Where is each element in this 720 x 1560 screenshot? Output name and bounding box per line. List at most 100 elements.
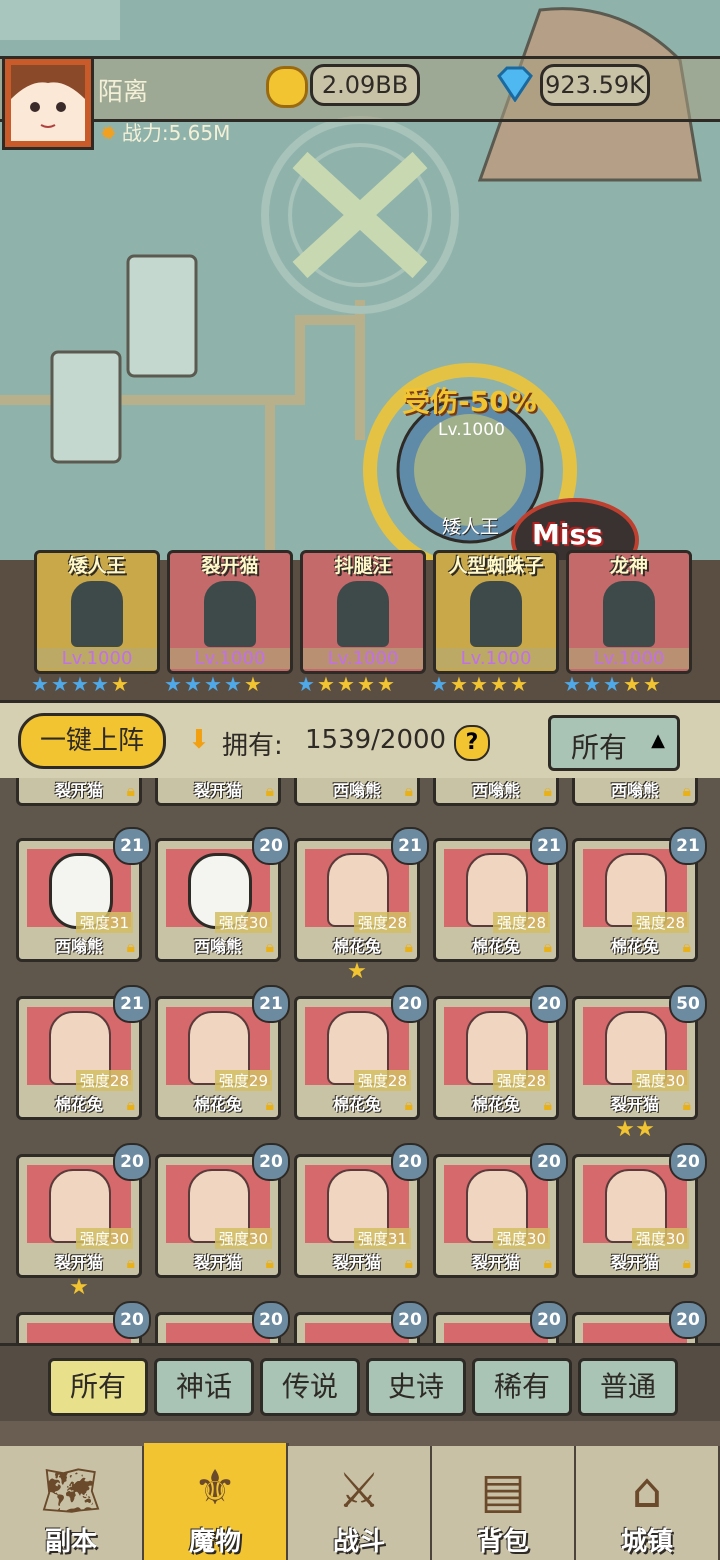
monster-card[interactable]: 强度30 裂开猫 🔒︎ 50 (572, 985, 707, 1120)
monster-card[interactable]: 强度30 西嗡熊 🔒︎ 20 (155, 827, 290, 962)
avatar[interactable] (2, 56, 94, 150)
filter-tab[interactable]: 神话 (154, 1358, 254, 1416)
monster-power: 强度30 (214, 912, 272, 933)
one-click-deploy-button[interactable]: 一键上阵 (18, 713, 166, 769)
monster-card[interactable]: 强度30 裂开猫 🔒︎ 20 (433, 1143, 568, 1278)
team-slot-card[interactable]: 龙神 Lv.1000 (566, 550, 692, 674)
filter-tab[interactable]: 传说 (260, 1358, 360, 1416)
star-icon: ★ (490, 672, 508, 696)
monster-card[interactable]: 强度31 裂开猫 🔒︎ 20 (294, 1143, 429, 1278)
lock-icon: 🔒︎ (404, 937, 413, 956)
monster-name: 棉花兔 (332, 1095, 381, 1114)
team-lineup: 矮人王 Lv.1000 ★ ★ ★ ★ ★ 裂开猫 Lv.1000 ★ ★ ★ ★ ★ 抖腿汪 Lv.1000… (0, 550, 720, 700)
monster-power: 强度28 (353, 1070, 411, 1091)
help-icon: ? (465, 730, 479, 755)
monster-card-partial[interactable]: 裂开猫 🔒︎ (155, 778, 281, 806)
monster-name: 裂开猫 (610, 1253, 659, 1272)
monster-name: 西嗡熊 (610, 781, 659, 800)
lock-icon: 🔒︎ (126, 1095, 135, 1114)
monster-card[interactable]: 强度31 西嗡熊 🔒︎ 21 (16, 827, 151, 962)
nav-tab[interactable]: ⌂ 城镇 (576, 1446, 720, 1560)
monster-card[interactable]: 强度30 裂开猫 🔒︎ 20 (155, 1143, 290, 1278)
monster-card-partial[interactable]: 20 (433, 1301, 568, 1343)
star-icon: ★ (317, 672, 335, 696)
filter-tab[interactable]: 所有 (48, 1358, 148, 1416)
help-button[interactable]: ? (454, 725, 490, 761)
monster-card-partial[interactable]: 20 (16, 1301, 151, 1343)
level-badge: 20 (252, 1143, 290, 1181)
rarity-filter-bar: 所有 神话 传说 史诗 稀有 普通 (0, 1343, 720, 1427)
monster-card-partial[interactable]: 裂开猫 🔒︎ (16, 778, 142, 806)
monster-power: 强度30 (631, 1070, 689, 1091)
monster-card-partial[interactable]: 西嗡熊 🔒︎ (294, 778, 420, 806)
monster-power: 强度31 (353, 1228, 411, 1249)
star-icon: ★ (91, 672, 109, 696)
monster-card-partial[interactable]: 20 (572, 1301, 707, 1343)
star-icon: ★ (635, 1117, 655, 1142)
nav-tab[interactable]: 🗺︎ 副本 (0, 1446, 145, 1560)
monster-card[interactable]: 强度28 棉花兔 🔒︎ 21 (294, 827, 429, 962)
star-icon: ★ (31, 672, 49, 696)
nav-tab-label: 城镇 (620, 1527, 673, 1557)
team-slot-name: 裂开猫 (201, 555, 259, 577)
lock-icon: 🔒︎ (543, 1095, 552, 1114)
monster-power: 强度30 (492, 1228, 550, 1249)
monster-card[interactable]: 强度28 棉花兔 🔒︎ 20 (294, 985, 429, 1120)
monster-name: 裂开猫 (471, 1253, 520, 1272)
monster-power: 强度28 (492, 912, 550, 933)
collection-toolbar: 一键上阵 ⬇ 拥有: 1539/2000 ? 所有 ▲ (0, 700, 720, 784)
level-badge: 21 (113, 985, 151, 1023)
nav-tab-label: 背包 (476, 1527, 529, 1557)
bottom-nav: 🗺︎ 副本 ⚜ 魔物 ⚔ 战斗 ▤ 背包 ⌂ 城镇 (0, 1421, 720, 1560)
monster-name: 裂开猫 (193, 781, 242, 800)
monster-card-partial[interactable]: 20 (155, 1301, 290, 1343)
level-badge: 20 (530, 1143, 568, 1181)
filter-tab[interactable]: 普通 (578, 1358, 678, 1416)
star-icon: ★ (244, 672, 262, 696)
level-badge: 21 (530, 827, 568, 865)
monster-card[interactable]: 强度28 棉花兔 🔒︎ 20 (433, 985, 568, 1120)
team-slot-card[interactable]: 裂开猫 Lv.1000 (167, 550, 293, 674)
team-slot-card[interactable]: 矮人王 Lv.1000 (34, 550, 160, 674)
monster-card-partial[interactable]: 西嗡熊 🔒︎ (433, 778, 559, 806)
star-icon: ★ (430, 672, 448, 696)
monster-name: 西嗡熊 (471, 781, 520, 800)
filter-tab[interactable]: 史诗 (366, 1358, 466, 1416)
star-icon: ★ (563, 672, 581, 696)
nav-tab[interactable]: ⚜ 魔物 (144, 1443, 289, 1560)
team-slot-level: Lv.1000 (569, 648, 689, 669)
monster-card[interactable]: 强度28 棉花兔 🔒︎ 21 (433, 827, 568, 962)
nav-tab[interactable]: ▤ 背包 (432, 1446, 577, 1560)
monster-power: 强度31 (75, 912, 133, 933)
nav-tab-label: 战斗 (332, 1527, 385, 1557)
nav-tab[interactable]: ⚔ 战斗 (288, 1446, 433, 1560)
monster-card[interactable]: 强度29 棉花兔 🔒︎ 21 (155, 985, 290, 1120)
owned-label: 拥有: (222, 731, 283, 761)
monster-card-partial[interactable]: 西嗡熊 🔒︎ (572, 778, 698, 806)
monster-card[interactable]: 强度28 棉花兔 🔒︎ 21 (16, 985, 151, 1120)
monster-power: 强度28 (492, 1070, 550, 1091)
monster-card[interactable]: 强度30 裂开猫 🔒︎ 20 (16, 1143, 151, 1278)
star-icon: ★ (111, 672, 129, 696)
lock-icon: 🔒︎ (404, 1253, 413, 1272)
filter-tab[interactable]: 稀有 (472, 1358, 572, 1416)
monster-portrait (71, 581, 123, 647)
gold-amount[interactable]: 2.09BB (310, 64, 420, 106)
filter-dropdown[interactable]: 所有 ▲ (548, 715, 680, 771)
monster-card[interactable]: 强度28 棉花兔 🔒︎ 21 (572, 827, 707, 962)
team-slot-card[interactable]: 抖腿汪 Lv.1000 (300, 550, 426, 674)
monster-name: 裂开猫 (54, 1253, 103, 1272)
star-icon: ★ (297, 672, 315, 696)
monster-name: 裂开猫 (610, 1095, 659, 1114)
lock-icon: 🔒︎ (543, 937, 552, 956)
monster-card-partial[interactable]: 20 (294, 1301, 429, 1343)
level-badge: 21 (391, 827, 429, 865)
combat-power: ✹ 战力:5.65M (100, 117, 230, 145)
power-icon: ✹ (100, 121, 117, 145)
gem-amount[interactable]: 923.59K (540, 64, 650, 106)
monster-portrait (603, 581, 655, 647)
team-slot-card[interactable]: 人型蜘蛛子 Lv.1000 (433, 550, 559, 674)
star-icon: ★ (583, 672, 601, 696)
battle-swords-icon: ⚔ (337, 1463, 381, 1519)
monster-card[interactable]: 强度30 裂开猫 🔒︎ 20 (572, 1143, 707, 1278)
